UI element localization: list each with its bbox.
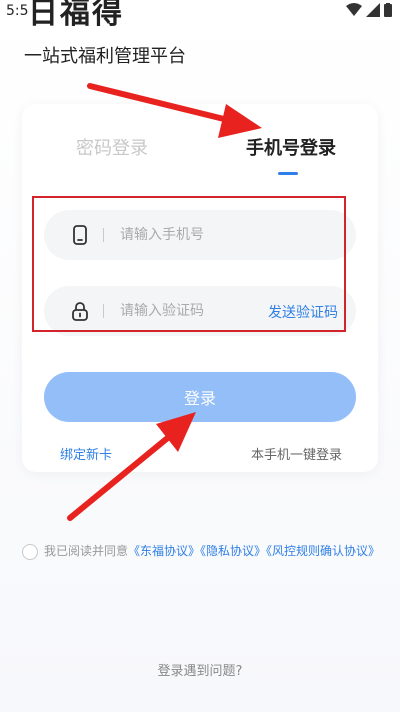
wifi-icon bbox=[346, 3, 362, 16]
agreement-link-privacy[interactable]: 《隐私协议》 bbox=[200, 544, 266, 558]
tab-password-login[interactable]: 密码登录 bbox=[76, 134, 148, 160]
login-card: 密码登录 手机号登录 发送验证码 登录 绑定新卡 本手机一键登录 bbox=[22, 104, 378, 472]
agreement-link-risk-control[interactable]: 《风控规则确认协议》 bbox=[266, 544, 380, 558]
agreement-prefix: 我已阅读并同意 bbox=[44, 544, 129, 558]
field-divider bbox=[103, 228, 104, 242]
agree-checkbox[interactable] bbox=[22, 544, 38, 560]
bind-new-card-link[interactable]: 绑定新卡 bbox=[60, 444, 112, 463]
phone-field bbox=[44, 210, 356, 260]
tab-phone-login[interactable]: 手机号登录 bbox=[246, 134, 336, 160]
battery-icon bbox=[384, 3, 392, 17]
lock-icon bbox=[72, 302, 88, 321]
one-click-login-link[interactable]: 本手机一键登录 bbox=[251, 444, 342, 463]
status-time: 5:5 bbox=[6, 3, 29, 19]
phone-icon bbox=[73, 225, 87, 245]
field-divider bbox=[103, 304, 104, 318]
agreement-link-dongfu[interactable]: 《东福协议》 bbox=[128, 544, 200, 558]
send-code-button[interactable]: 发送验证码 bbox=[268, 302, 338, 322]
verification-code-input[interactable] bbox=[120, 298, 280, 324]
agreement-text: 我已阅读并同意《东福协议》《隐私协议》《风控规则确认协议》 bbox=[44, 540, 384, 562]
app-title: 日福得 bbox=[28, 0, 124, 31]
login-button[interactable]: 登录 bbox=[44, 372, 356, 422]
signal-icon bbox=[366, 3, 380, 17]
active-tab-indicator bbox=[278, 172, 298, 175]
status-icons bbox=[346, 3, 392, 17]
verification-code-field: 发送验证码 bbox=[44, 286, 356, 336]
phone-input[interactable] bbox=[120, 222, 280, 248]
login-help-link[interactable]: 登录遇到问题? bbox=[0, 660, 400, 679]
app-subtitle: 一站式福利管理平台 bbox=[24, 46, 186, 67]
